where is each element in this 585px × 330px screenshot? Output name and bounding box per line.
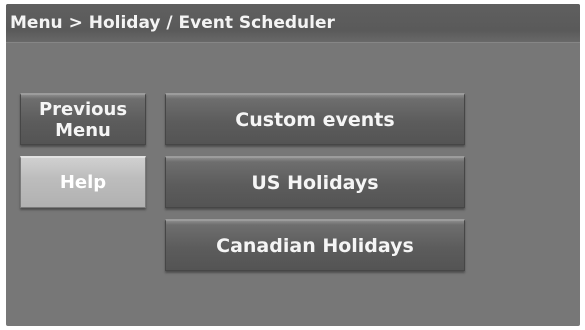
custom-events-label: Custom events	[235, 108, 395, 131]
thermostat-screen: Menu > Holiday / Event Scheduler Previou…	[6, 4, 580, 326]
custom-events-button[interactable]: Custom events	[165, 93, 465, 145]
canadian-holidays-label: Canadian Holidays	[216, 234, 414, 257]
canadian-holidays-button[interactable]: Canadian Holidays	[165, 219, 465, 271]
title-bar: Menu > Holiday / Event Scheduler	[6, 4, 580, 43]
previous-menu-label-line-2: Menu	[55, 119, 111, 141]
help-button[interactable]: Help	[20, 156, 146, 208]
previous-menu-label-line-1: Previous	[38, 98, 128, 120]
us-holidays-button[interactable]: US Holidays	[165, 156, 465, 208]
help-label: Help	[59, 172, 107, 193]
us-holidays-label: US Holidays	[251, 171, 379, 194]
breadcrumb: Menu > Holiday / Event Scheduler	[10, 13, 335, 33]
previous-menu-button[interactable]: Previous Menu	[20, 93, 146, 145]
